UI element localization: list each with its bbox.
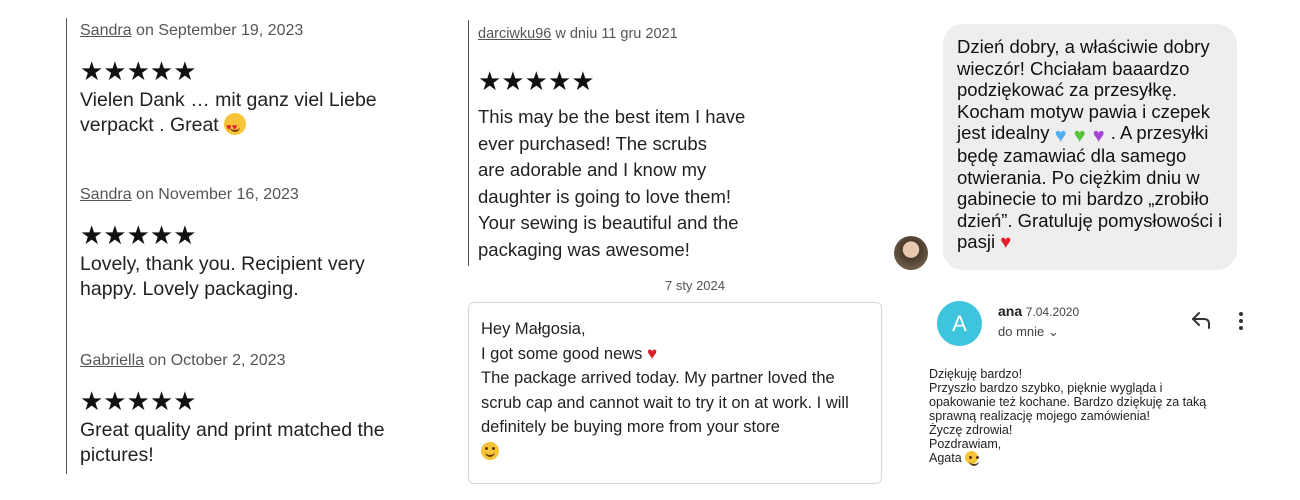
review-item: Sandra on November 16, 2023 ★★★★★ Lovely… bbox=[80, 186, 420, 302]
review-meta: Gabriella on October 2, 2023 bbox=[80, 352, 420, 370]
email-body: Dziękuję bardzo! Przyszło bardzo szybko,… bbox=[929, 367, 1249, 466]
email-line: sprawną realizację mojego zamówienia! bbox=[929, 409, 1150, 423]
message-greeting: Hey Małgosia, bbox=[481, 320, 586, 338]
review-item: Sandra on September 19, 2023 ★★★★★ Viele… bbox=[80, 22, 420, 140]
email-line: Agata bbox=[929, 451, 1249, 466]
reviewer-name-link[interactable]: Sandra bbox=[80, 186, 132, 203]
review-line: packaging was awesome! bbox=[478, 238, 690, 260]
sender-name: ana bbox=[998, 303, 1023, 319]
avatar bbox=[894, 236, 928, 270]
colored-hearts-icon: ♥ ♥ ♥ bbox=[1054, 125, 1111, 147]
review-line: daughter is going to love them! bbox=[478, 185, 731, 207]
smile-emoji-icon bbox=[965, 451, 980, 466]
blue-heart-icon: ♥ bbox=[1054, 125, 1067, 147]
review-line: This may be the best item I have bbox=[478, 106, 746, 127]
review-line: ever purchased! The scrubs bbox=[478, 132, 707, 154]
review-item: Gabriella on October 2, 2023 ★★★★★ Great… bbox=[80, 352, 420, 468]
recipient-dropdown[interactable]: do mnie ⌄ bbox=[998, 324, 1059, 340]
email-date: 7.04.2020 bbox=[1025, 305, 1080, 319]
email-sender: ana 7.04.2020 bbox=[998, 303, 1079, 319]
review-text: Lovely, thank you. Recipient very happy.… bbox=[80, 253, 365, 300]
star-rating: ★★★★★ bbox=[80, 386, 197, 416]
message-date: 7 sty 2024 bbox=[665, 278, 725, 293]
sender-avatar: A bbox=[937, 301, 982, 346]
reviewer-name-link[interactable]: Gabriella bbox=[80, 352, 144, 369]
star-rating: ★★★★★ bbox=[80, 56, 197, 86]
review-meta: darciwku96 w dniu 11 gru 2021 bbox=[478, 26, 678, 42]
message-line: The package arrived today. My partner lo… bbox=[481, 369, 849, 436]
reply-icon[interactable] bbox=[1190, 310, 1212, 330]
review-text: Great quality and print matched the pict… bbox=[80, 419, 385, 466]
email-line: Życzę zdrowia! bbox=[929, 423, 1013, 437]
purple-heart-icon: ♥ bbox=[1092, 125, 1105, 147]
email-line: Pozdrawiam, bbox=[929, 437, 1002, 451]
email-line: opakowanie też kochane. Bardzo dziękuję … bbox=[929, 395, 1207, 409]
message-line: I got some good news ♥ bbox=[481, 343, 658, 363]
red-heart-icon: ♥ bbox=[647, 343, 658, 363]
review-text: Vielen Dank … mit ganz viel Liebe verpac… bbox=[80, 88, 420, 140]
reviewer-name-link[interactable]: darciwku96 bbox=[478, 26, 551, 42]
star-rating: ★★★★★ bbox=[80, 220, 197, 250]
review-line: are adorable and I know my bbox=[478, 159, 707, 180]
star-rating: ★★★★★ bbox=[478, 66, 595, 96]
reviewer-name-link[interactable]: Sandra bbox=[80, 22, 132, 39]
green-heart-icon: ♥ bbox=[1073, 125, 1086, 147]
polish-review-panel: darciwku96 w dniu 11 gru 2021 ★★★★★ This… bbox=[468, 20, 788, 266]
review-date: on November 16, 2023 bbox=[131, 186, 299, 203]
review-line: Your sewing is beautiful and the bbox=[478, 212, 739, 233]
chat-message-text: Dzień dobry, a właściwie dobry wieczór! … bbox=[957, 36, 1223, 252]
smile-emoji-icon bbox=[481, 441, 499, 460]
review-date: w dniu 11 gru 2021 bbox=[551, 26, 678, 42]
chat-bubble: Dzień dobry, a właściwie dobry wieczór! … bbox=[943, 24, 1237, 270]
review-meta: Sandra on September 19, 2023 bbox=[80, 22, 420, 40]
review-text: This may be the best item I have ever pu… bbox=[478, 104, 788, 263]
etsy-reviews-panel: Sandra on September 19, 2023 ★★★★★ Viele… bbox=[66, 18, 426, 474]
review-date: on September 19, 2023 bbox=[131, 22, 304, 39]
email-line: Przyszło bardzo szybko, pięknie wygląda … bbox=[929, 381, 1163, 395]
email-line: Dziękuję bardzo! bbox=[929, 367, 1023, 381]
review-date: on October 2, 2023 bbox=[144, 352, 286, 369]
message-card: Hey Małgosia, I got some good news ♥ The p… bbox=[468, 302, 882, 484]
review-meta: Sandra on November 16, 2023 bbox=[80, 186, 420, 204]
message-body: Hey Małgosia, I got some good news ♥ The p… bbox=[481, 317, 873, 464]
red-heart-icon: ♥ bbox=[1000, 231, 1012, 252]
more-options-icon[interactable] bbox=[1235, 310, 1247, 332]
heart-eyes-emoji-icon bbox=[224, 113, 247, 140]
